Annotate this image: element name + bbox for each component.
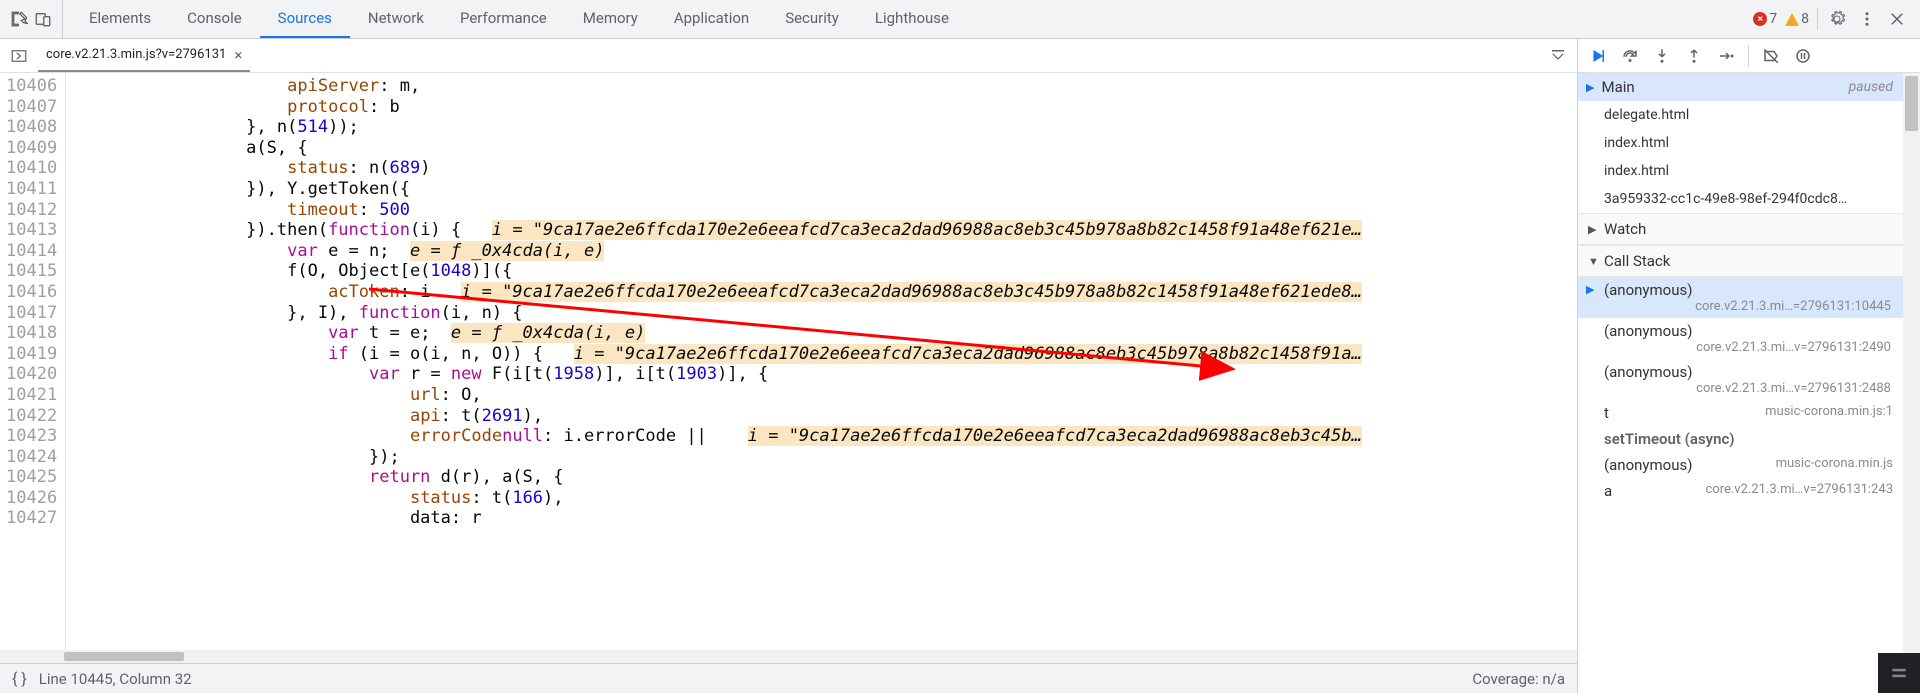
drawer-toggle[interactable] bbox=[1878, 653, 1920, 693]
tab-sources[interactable]: Sources bbox=[260, 0, 350, 38]
deactivate-breakpoints-icon[interactable] bbox=[1761, 46, 1781, 66]
step-over-icon[interactable] bbox=[1620, 46, 1640, 66]
step-out-icon[interactable] bbox=[1684, 46, 1704, 66]
step-into-icon[interactable] bbox=[1652, 46, 1672, 66]
file-tabs: core.v2.21.3.min.js?v=2796131 × bbox=[0, 39, 1577, 73]
file-more-icon[interactable] bbox=[1547, 45, 1569, 67]
debugger-pane: ▶ Main paused delegate.html index.html i… bbox=[1578, 39, 1920, 693]
threads-main-row[interactable]: ▶ Main paused bbox=[1578, 73, 1903, 101]
callstack-frame[interactable]: t music-corona.min.js:1 bbox=[1578, 400, 1903, 426]
show-navigator-icon[interactable] bbox=[8, 45, 30, 67]
chevron-down-icon: ▼ bbox=[1588, 255, 1598, 268]
coverage-status: Coverage: n/a bbox=[1472, 670, 1565, 688]
tab-lighthouse[interactable]: Lighthouse bbox=[857, 0, 967, 38]
warning-icon bbox=[1785, 13, 1799, 26]
devtools-top-toolbar: Elements Console Sources Network Perform… bbox=[0, 0, 1920, 39]
file-tab-active[interactable]: core.v2.21.3.min.js?v=2796131 × bbox=[38, 39, 250, 72]
callstack-loc: core.v2.21.3.mi…v=2796131:2488 bbox=[1604, 381, 1893, 396]
errors-count-value: 7 bbox=[1769, 11, 1777, 27]
more-icon[interactable] bbox=[1856, 8, 1878, 30]
callstack-frame[interactable]: (anonymous) core.v2.21.3.mi…v=2796131:24… bbox=[1578, 359, 1903, 400]
thread-item[interactable]: index.html bbox=[1578, 157, 1903, 185]
callstack-frame[interactable]: a core.v2.21.3.mi…v=2796131:243 bbox=[1578, 478, 1903, 504]
callstack-fn: (anonymous) bbox=[1604, 456, 1692, 474]
inspect-element-icon[interactable] bbox=[10, 10, 28, 28]
callstack-fn: (anonymous) bbox=[1604, 363, 1692, 381]
editor-pane: core.v2.21.3.min.js?v=2796131 × 10406104… bbox=[0, 39, 1578, 693]
code-area[interactable]: 1040610407104081040910410104111041210413… bbox=[0, 73, 1577, 650]
chevron-right-icon: ▶ bbox=[1588, 223, 1598, 236]
resume-icon[interactable] bbox=[1588, 46, 1608, 66]
callstack-frame[interactable]: (anonymous) core.v2.21.3.mi…=2796131:104… bbox=[1578, 277, 1903, 318]
callstack-fn: a bbox=[1604, 482, 1612, 500]
code-text[interactable]: apiServer: m, protocol: b }, n(514)); a(… bbox=[66, 73, 1577, 650]
threads-main-label: Main bbox=[1601, 78, 1634, 96]
warnings-count[interactable]: 8 bbox=[1785, 11, 1809, 27]
debugger-toolbar bbox=[1578, 39, 1920, 73]
watch-section-label: Watch bbox=[1604, 220, 1646, 238]
tab-console[interactable]: Console bbox=[169, 0, 260, 38]
tab-application[interactable]: Application bbox=[656, 0, 767, 38]
callstack-fn: (anonymous) bbox=[1604, 322, 1692, 340]
callstack-section-header[interactable]: ▼ Call Stack bbox=[1578, 245, 1903, 277]
threads-paused-label: paused bbox=[1849, 79, 1893, 95]
callstack-async-label: setTimeout (async) bbox=[1578, 426, 1903, 452]
thread-item[interactable]: delegate.html bbox=[1578, 101, 1903, 129]
callstack-loc: core.v2.21.3.mi…v=2796131:2490 bbox=[1604, 340, 1893, 355]
error-icon: × bbox=[1753, 12, 1767, 26]
panel-tabs: Elements Console Sources Network Perform… bbox=[63, 0, 1741, 38]
callstack-loc: core.v2.21.3.mi…v=2796131:243 bbox=[1701, 482, 1893, 497]
callstack-frame[interactable]: (anonymous) music-corona.min.js bbox=[1578, 452, 1903, 478]
callstack-loc: core.v2.21.3.mi…=2796131:10445 bbox=[1604, 299, 1893, 314]
pause-on-exceptions-icon[interactable] bbox=[1793, 46, 1813, 66]
cursor-position: Line 10445, Column 32 bbox=[39, 670, 192, 688]
step-icon[interactable] bbox=[1716, 46, 1736, 66]
code-horizontal-scrollbar[interactable] bbox=[0, 650, 1577, 663]
callstack-fn: (anonymous) bbox=[1604, 281, 1692, 299]
thread-item[interactable]: 3a959332-cc1c-49e8-98ef-294f0cdc8… bbox=[1578, 185, 1903, 213]
tab-elements[interactable]: Elements bbox=[71, 0, 169, 38]
callstack-loc: music-corona.min.js bbox=[1772, 456, 1893, 471]
callstack-frame[interactable]: (anonymous) core.v2.21.3.mi…v=2796131:24… bbox=[1578, 318, 1903, 359]
tab-network[interactable]: Network bbox=[350, 0, 442, 38]
errors-count[interactable]: × 7 bbox=[1753, 11, 1777, 27]
settings-icon[interactable] bbox=[1826, 8, 1848, 30]
status-bar: { } Line 10445, Column 32 Coverage: n/a bbox=[0, 663, 1577, 693]
line-gutter: 1040610407104081040910410104111041210413… bbox=[0, 73, 66, 650]
thread-item[interactable]: index.html bbox=[1578, 129, 1903, 157]
close-file-icon[interactable]: × bbox=[234, 46, 242, 64]
watch-section-header[interactable]: ▶ Watch bbox=[1578, 213, 1903, 245]
close-devtools-icon[interactable] bbox=[1886, 8, 1908, 30]
tab-performance[interactable]: Performance bbox=[442, 0, 565, 38]
tab-memory[interactable]: Memory bbox=[565, 0, 656, 38]
callstack-section-label: Call Stack bbox=[1604, 252, 1670, 270]
callstack-loc: music-corona.min.js:1 bbox=[1761, 404, 1893, 419]
file-tab-name: core.v2.21.3.min.js?v=2796131 bbox=[46, 47, 226, 62]
current-thread-arrow-icon: ▶ bbox=[1586, 81, 1594, 94]
content-row: core.v2.21.3.min.js?v=2796131 × 10406104… bbox=[0, 39, 1920, 693]
debugger-body: ▶ Main paused delegate.html index.html i… bbox=[1578, 73, 1903, 693]
callstack-fn: t bbox=[1604, 404, 1609, 422]
pretty-print-icon[interactable]: { } bbox=[12, 669, 27, 688]
device-toolbar-icon[interactable] bbox=[34, 10, 52, 28]
warnings-count-value: 8 bbox=[1801, 11, 1809, 27]
debugger-scrollbar[interactable] bbox=[1903, 73, 1920, 693]
tab-security[interactable]: Security bbox=[767, 0, 857, 38]
